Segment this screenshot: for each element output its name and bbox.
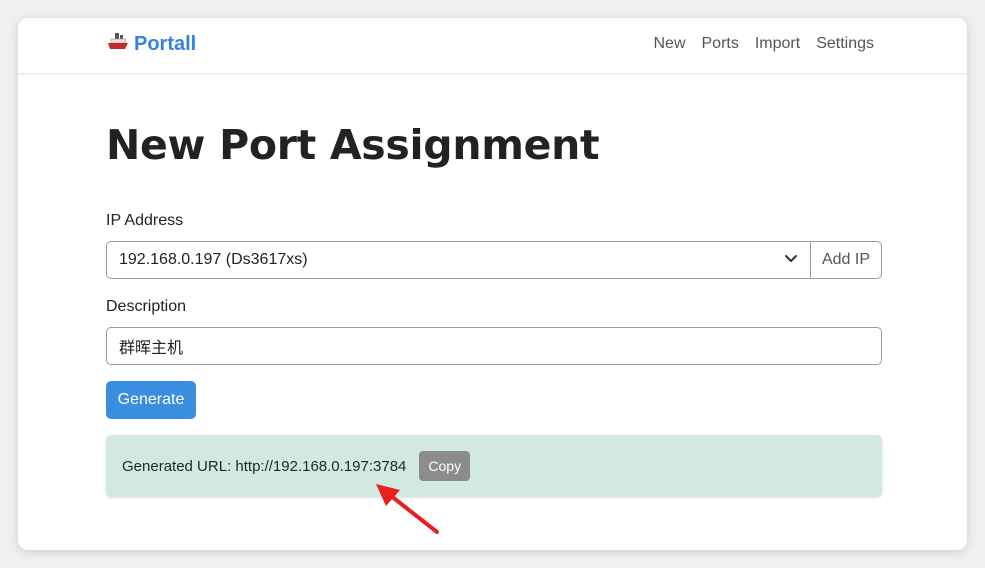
description-label: Description: [106, 298, 187, 315]
generate-button[interactable]: Generate: [106, 381, 196, 419]
nav-links: New Ports Import Settings: [653, 35, 874, 53]
nav-link-new[interactable]: New: [653, 35, 685, 53]
ip-address-select[interactable]: 192.168.0.197 (Ds3617xs): [106, 241, 811, 279]
brand-link[interactable]: Portall: [106, 31, 196, 58]
ship-icon: [106, 31, 130, 58]
app-window: Portall New Ports Import Settings New Po…: [18, 18, 967, 550]
ip-address-group: 192.168.0.197 (Ds3617xs) Add IP: [106, 241, 882, 279]
brand-label: Portall: [134, 33, 197, 55]
description-input[interactable]: [106, 327, 882, 365]
ip-address-value: 192.168.0.197 (Ds3617xs): [119, 251, 308, 268]
ip-address-label: IP Address: [106, 212, 184, 229]
annotation-arrow-icon: [370, 476, 450, 545]
generated-url-text: Generated URL: http://192.168.0.197:3784: [122, 457, 407, 475]
navbar: Portall New Ports Import Settings: [18, 18, 967, 74]
generated-url-alert: Generated URL: http://192.168.0.197:3784…: [106, 435, 882, 497]
nav-link-import[interactable]: Import: [755, 35, 800, 53]
nav-link-settings[interactable]: Settings: [816, 35, 874, 53]
add-ip-button[interactable]: Add IP: [811, 241, 882, 279]
nav-link-ports[interactable]: Ports: [702, 35, 739, 53]
page-title: New Port Assignment: [106, 121, 600, 169]
chevron-down-icon: [784, 251, 798, 269]
